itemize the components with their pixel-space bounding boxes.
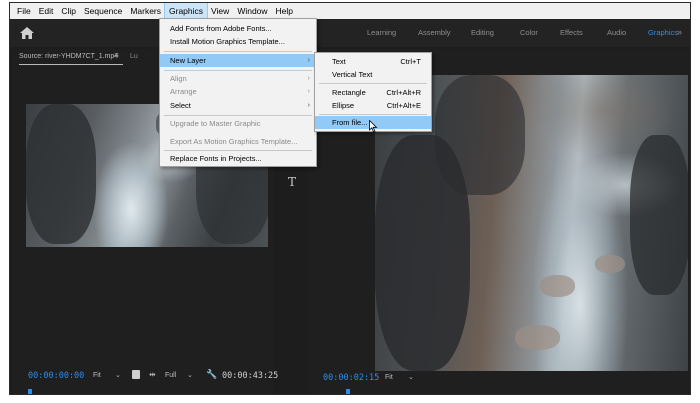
program-playhead[interactable]: [346, 389, 350, 394]
menu-graphics[interactable]: Graphics: [164, 3, 209, 20]
menu-view[interactable]: View: [207, 3, 233, 19]
video-rock: [595, 255, 625, 273]
menu-item-label: New Layer: [170, 56, 206, 65]
workspace-tab-audio[interactable]: Audio: [607, 19, 626, 47]
workspace-overflow-icon[interactable]: »: [677, 19, 682, 45]
workspace-tab-color[interactable]: Color: [520, 19, 538, 47]
menu-item-shortcut: Ctrl+T: [400, 57, 421, 66]
marker-icon[interactable]: [132, 370, 140, 379]
menu-item-text[interactable]: Text Ctrl+T: [315, 55, 431, 68]
menu-item-install-template[interactable]: Install Motion Graphics Template...: [160, 35, 316, 48]
menu-item-replace-fonts[interactable]: Replace Fonts in Projects...: [160, 152, 316, 165]
chevron-right-icon: ›: [307, 75, 310, 82]
lumetri-panel-tab[interactable]: Lu: [130, 53, 138, 60]
menu-item-label: Upgrade to Master Graphic: [170, 119, 261, 128]
text-tool-icon[interactable]: T: [288, 175, 296, 189]
source-panel-tab[interactable]: Source: river-YHDM7CT_1.mp4: [19, 53, 118, 60]
menu-item-label: Ellipse: [332, 101, 355, 110]
menu-item-rectangle[interactable]: Rectangle Ctrl+Alt+R: [315, 86, 431, 99]
menu-item-shortcut: Ctrl+Alt+R: [386, 88, 421, 97]
chevron-down-icon[interactable]: ⌄: [115, 371, 121, 379]
menu-item-label: Arrange: [170, 87, 197, 96]
source-zoom-select[interactable]: Fit: [93, 372, 101, 379]
menu-separator: [164, 70, 312, 71]
workspace-tab-assembly[interactable]: Assembly: [418, 19, 451, 47]
menu-separator: [164, 51, 312, 52]
source-tab-underline: [19, 64, 123, 65]
menu-item-label: Add Fonts from Adobe Fonts...: [170, 24, 272, 33]
video-rock: [26, 104, 96, 244]
menu-item-arrange[interactable]: Arrange ›: [160, 85, 316, 98]
program-zoom-select[interactable]: Fit: [385, 374, 393, 381]
menu-item-add-fonts[interactable]: Add Fonts from Adobe Fonts...: [160, 22, 316, 35]
menu-item-shortcut: Ctrl+Alt+E: [386, 101, 421, 110]
menu-separator: [164, 115, 312, 116]
menu-item-select[interactable]: Select ›: [160, 99, 316, 112]
graphics-dropdown-menu: Add Fonts from Adobe Fonts... Install Mo…: [159, 18, 317, 167]
waveform-icon[interactable]: ⇹: [149, 370, 156, 379]
menu-separator: [319, 114, 427, 115]
panel-menu-icon[interactable]: ≡: [114, 51, 119, 60]
workspace-tab-graphics[interactable]: Graphics: [648, 19, 678, 47]
menu-bar: File Edit Clip Sequence Markers Graphics…: [10, 3, 690, 20]
tools-panel: [278, 163, 308, 394]
menu-item-new-layer[interactable]: New Layer ›: [160, 54, 316, 67]
menu-file[interactable]: File: [13, 3, 35, 19]
menu-separator: [319, 83, 427, 84]
source-timecode[interactable]: 00:00:00:00: [28, 371, 84, 381]
chevron-right-icon: ›: [307, 57, 310, 64]
menu-separator: [164, 150, 312, 151]
menu-sequence[interactable]: Sequence: [80, 3, 126, 19]
menu-item-label: Rectangle: [332, 88, 366, 97]
menu-item-label: Export As Motion Graphics Template...: [170, 137, 298, 146]
menu-item-export-template[interactable]: Export As Motion Graphics Template...: [160, 135, 316, 148]
workspace-tab-learning[interactable]: Learning: [367, 19, 396, 47]
menu-item-label: Vertical Text: [332, 70, 373, 79]
video-rock: [515, 325, 560, 350]
menu-window[interactable]: Window: [233, 3, 271, 19]
chevron-right-icon: ›: [307, 102, 310, 109]
menu-item-label: Install Motion Graphics Template...: [170, 37, 285, 46]
chevron-right-icon: ›: [307, 88, 310, 95]
menu-item-vertical-text[interactable]: Vertical Text: [315, 68, 431, 81]
menu-item-label: Replace Fonts in Projects...: [170, 154, 262, 163]
chevron-down-icon[interactable]: ⌄: [187, 371, 193, 379]
menu-item-ellipse[interactable]: Ellipse Ctrl+Alt+E: [315, 99, 431, 112]
menu-item-label: From file...: [332, 118, 368, 127]
menu-edit[interactable]: Edit: [35, 3, 58, 19]
chevron-down-icon[interactable]: ⌄: [408, 373, 414, 381]
menu-clip[interactable]: Clip: [57, 3, 80, 19]
menu-item-upgrade-master[interactable]: Upgrade to Master Graphic: [160, 117, 316, 130]
menu-item-label: Text: [332, 57, 346, 66]
source-duration: 00:00:43:25: [222, 371, 279, 381]
home-icon[interactable]: [20, 27, 34, 39]
workspace-bar: Learning Assembly Editing Color Effects …: [10, 19, 690, 47]
program-timecode[interactable]: 00:00:02:15: [323, 373, 379, 383]
menu-help[interactable]: Help: [272, 3, 297, 19]
source-resolution-select[interactable]: Full: [165, 372, 176, 379]
workspace-tab-editing[interactable]: Editing: [471, 19, 494, 47]
video-rock: [630, 135, 688, 295]
menu-markers[interactable]: Markers: [126, 3, 165, 19]
source-playhead[interactable]: [28, 389, 32, 394]
video-rock: [540, 275, 575, 297]
menu-item-label: Align: [170, 74, 187, 83]
workspace-tab-effects[interactable]: Effects: [560, 19, 583, 47]
menu-item-align[interactable]: Align ›: [160, 72, 316, 85]
menu-item-label: Select: [170, 101, 191, 110]
mouse-pointer-icon: [369, 120, 378, 133]
wrench-icon[interactable]: 🔧: [206, 369, 217, 380]
video-rock: [435, 75, 525, 195]
app-window: File Edit Clip Sequence Markers Graphics…: [9, 2, 691, 395]
